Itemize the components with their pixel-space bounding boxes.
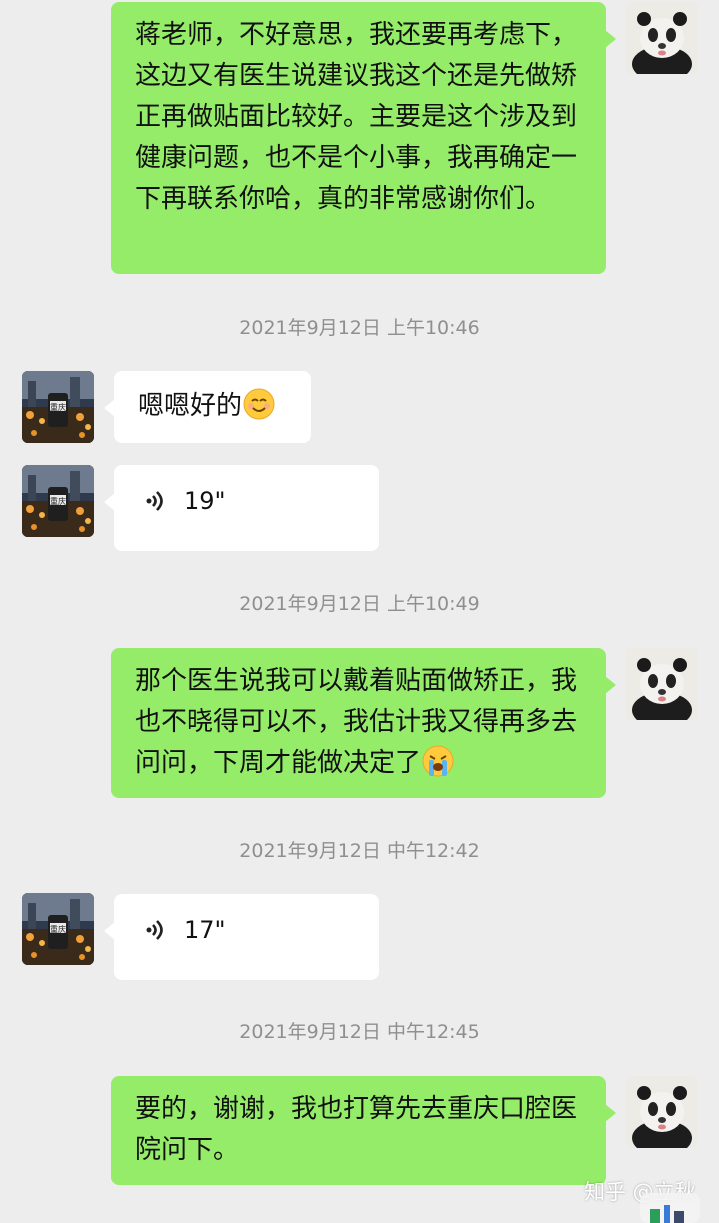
message-text: 那个医生说我可以戴着贴面做矫正，我也不晓得可以不，我估计我又得再多去问问，下周才… (135, 666, 578, 778)
user-avatar[interactable] (626, 648, 698, 720)
message-bubble[interactable]: 嗯嗯好的 (104, 371, 311, 443)
voice-duration: 17" (184, 915, 226, 944)
user-avatar[interactable] (626, 2, 698, 74)
voice-wave-icon (146, 491, 163, 511)
contact-avatar[interactable]: 重庆 (22, 465, 94, 537)
svg-text:重庆: 重庆 (50, 402, 66, 412)
crying-face-emoji-icon (421, 744, 455, 778)
message-text: 嗯嗯好的 (138, 391, 243, 421)
voice-message-bubble[interactable]: 17" (104, 894, 379, 980)
voice-wave-icon (146, 920, 163, 940)
message-bubble[interactable]: 要的，谢谢，我也打算先去重庆口腔医院问下。 (111, 1076, 616, 1185)
svg-text:重庆: 重庆 (50, 924, 66, 934)
voice-message-bubble[interactable]: 19" (104, 465, 379, 551)
user-avatar[interactable] (626, 1076, 698, 1148)
timestamp: 2021年9月12日 上午10:49 (239, 593, 480, 615)
message-text: 蒋老师，不好意思，我还要再考虑下，这边又有医生说建议我这个还是先做矫正再做贴面比… (135, 20, 578, 214)
smiling-face-emoji-icon (242, 387, 276, 421)
timestamp: 2021年9月12日 上午10:46 (239, 317, 480, 339)
message-bubble[interactable]: 蒋老师，不好意思，我还要再考虑下，这边又有医生说建议我这个还是先做矫正再做贴面比… (111, 2, 616, 274)
contact-avatar[interactable]: 重庆 (22, 893, 94, 965)
timestamp: 2021年9月12日 中午12:45 (239, 1021, 480, 1043)
message-bubble[interactable]: 那个医生说我可以戴着贴面做矫正，我也不晓得可以不，我估计我又得再多去问问，下周才… (111, 648, 616, 798)
corner-logo-icon (640, 1193, 700, 1223)
contact-avatar[interactable]: 重庆 (22, 371, 94, 443)
timestamp: 2021年9月12日 中午12:42 (239, 840, 480, 862)
message-text: 要的，谢谢，我也打算先去重庆口腔医院问下。 (135, 1094, 578, 1165)
voice-duration: 19" (184, 486, 226, 515)
svg-text:重庆: 重庆 (50, 496, 66, 506)
